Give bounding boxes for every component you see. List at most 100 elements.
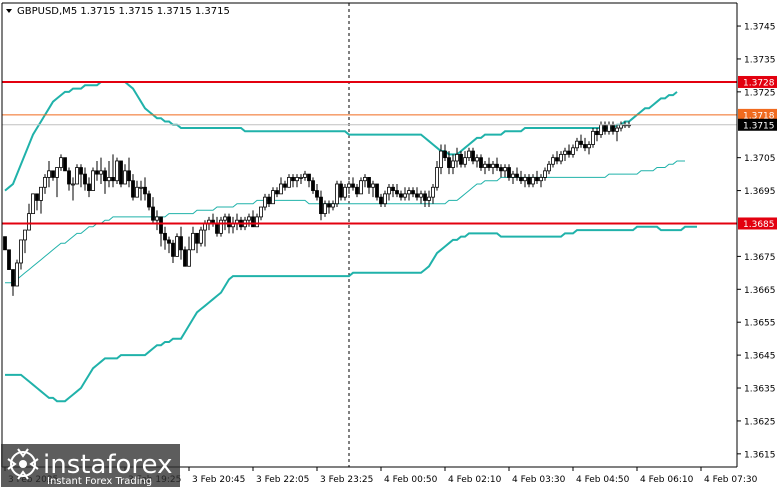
candle-body [259,206,263,218]
candle-body [227,216,231,228]
candle-body [491,163,495,168]
candle-body [599,124,603,136]
candle-body [463,157,467,165]
candle-body [159,216,163,234]
candle-body [467,150,471,159]
candle-body [115,160,119,182]
candle-body [7,249,11,270]
candle-body [595,130,599,136]
candle-body [583,144,587,149]
candle-body [155,216,159,221]
candle-body [163,232,167,241]
candle-body [555,157,559,162]
candle-body [383,193,387,205]
candle-body [99,170,103,175]
candle-body [559,153,563,162]
candle-body [19,239,23,264]
candle-body [331,203,335,208]
candle-body [367,177,371,188]
candle-body [335,183,339,205]
candle-body [387,186,391,195]
candle-body [95,170,99,175]
x-tick-label: 3 Feb 20:45 [192,475,245,485]
candle-body [91,170,95,191]
candle-body [607,124,611,132]
candle-body [255,216,259,228]
candle-body [423,193,427,201]
candle-body [415,193,419,198]
x-tick-label: 4 Feb 02:10 [448,475,502,485]
candle-body [131,180,135,198]
candle-body [391,186,395,191]
candle-body [519,177,523,182]
price-level-label: 1.3728 [743,78,775,88]
candle-body [107,177,111,182]
candle-body [167,239,171,244]
x-tick-label: 4 Feb 04:50 [576,475,630,485]
candle-body [127,170,131,182]
candle-body [515,173,519,178]
candle-body [27,213,31,231]
candle-body [291,177,295,182]
candle-body [343,186,347,198]
chart-title: GBPUSD,M5 1.3715 1.3715 1.3715 1.3715 [17,6,230,17]
candle-body [539,177,543,182]
watermark-tagline: Instant Forex Trading [47,476,152,487]
candle-body [55,167,59,178]
candle-body [135,186,139,198]
candle-body [223,216,227,221]
candle-body [411,190,415,195]
candle-body [11,269,15,287]
candle-body [199,229,203,244]
candle-body [267,196,271,205]
candle-body [147,193,151,208]
candle-body [103,170,107,182]
candle-body [23,229,27,241]
candle-body [547,163,551,172]
candle-body [311,180,315,191]
candle-body [563,150,567,155]
candle-body [419,193,423,198]
candle-body [615,127,619,132]
candle-body [363,177,367,182]
x-tick-label: 3 Feb 23:25 [320,475,373,485]
candle-body [567,150,571,155]
candle-body [171,242,175,257]
chart-background [0,0,781,489]
candle-body [551,157,555,165]
candle-body [591,130,595,145]
candle-body [379,196,383,205]
x-tick-label: 4 Feb 07:30 [704,475,758,485]
watermark-logo: instaforex Instant Forex Trading [1,444,180,487]
candle-body [451,160,455,168]
x-tick-label: 3 Feb 22:05 [256,475,309,485]
y-tick-label: 1.3645 [744,352,776,362]
candle-body [439,150,443,168]
candle-body [39,186,43,201]
candle-body [587,144,591,149]
candle-body [59,157,63,168]
candle-body [471,150,475,162]
candle-body [75,167,79,185]
candle-body [299,177,303,179]
candle-body [575,140,579,149]
y-tick-label: 1.3655 [744,319,776,329]
candle-body [527,177,531,185]
candle-body [263,196,267,208]
candle-body [151,206,155,221]
candle-body [63,157,67,172]
y-tick-label: 1.3675 [744,253,776,263]
candle-body [279,183,283,195]
candle-body [543,170,547,178]
price-chart[interactable]: 3 Feb 20253 Feb 19:253 Feb 20:453 Feb 22… [0,0,781,489]
candle-body [191,232,195,251]
candle-body [355,186,359,195]
candle-body [403,193,407,198]
y-tick-label: 1.3665 [744,286,776,296]
candle-body [215,223,219,234]
candle-body [35,193,39,201]
candle-body [351,183,355,188]
candle-body [507,167,511,178]
candle-body [303,173,307,178]
candle-body [455,153,459,162]
